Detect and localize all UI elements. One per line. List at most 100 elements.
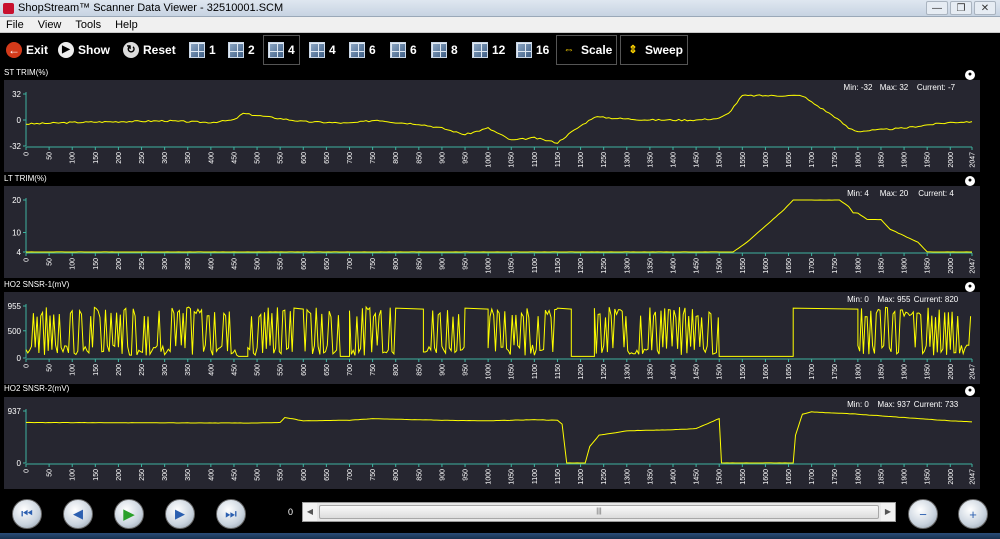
y-tick-label: 500 bbox=[8, 327, 22, 336]
menu-tools[interactable]: Tools bbox=[75, 19, 101, 31]
y-tick-label: 10 bbox=[12, 229, 21, 238]
reset-button[interactable]: ↻ Reset bbox=[119, 35, 180, 65]
skip-forward-icon: ⏭ bbox=[225, 506, 237, 521]
x-tick-label: 2000 bbox=[948, 469, 955, 485]
lt-trim-chart: Min: 4 Max: 20 Current: 4 20 10 40 50 100 150 200… bbox=[4, 186, 980, 278]
x-tick-label: 100 bbox=[70, 152, 77, 164]
position-label: 0 bbox=[288, 507, 294, 517]
lt-trim-title: LT TRIM(%) bbox=[4, 174, 47, 183]
x-tick-label: 50 bbox=[47, 469, 54, 477]
menu-file[interactable]: File bbox=[6, 19, 24, 31]
x-tick-label: 550 bbox=[278, 469, 285, 481]
minimize-button[interactable]: — bbox=[926, 1, 948, 15]
stat-max: Max: 20 bbox=[880, 189, 909, 198]
zoom-in-button[interactable]: + bbox=[958, 499, 988, 529]
x-tick-label: 1400 bbox=[670, 152, 677, 168]
x-tick-label: 2000 bbox=[948, 364, 955, 380]
x-tick-label: 1450 bbox=[694, 469, 701, 485]
x-tick-label: 1850 bbox=[878, 469, 885, 485]
x-tick-label: 1200 bbox=[578, 469, 585, 485]
x-tick-label: 1600 bbox=[763, 258, 770, 274]
x-tick-label: 350 bbox=[185, 152, 192, 164]
x-tick-label: 250 bbox=[139, 364, 146, 376]
x-tick-label: 0 bbox=[24, 364, 31, 368]
x-tick-label: 1400 bbox=[670, 364, 677, 380]
x-tick-label: 1200 bbox=[578, 258, 585, 274]
x-tick-label: 300 bbox=[162, 258, 169, 270]
x-tick-label: 1050 bbox=[509, 152, 516, 168]
layout-6-button[interactable]: 6 bbox=[345, 35, 380, 65]
skip-forward-button[interactable]: ⏭ bbox=[216, 499, 246, 529]
x-tick-label: 800 bbox=[393, 364, 400, 376]
scale-button[interactable]: ⇔ Scale bbox=[556, 35, 618, 65]
x-tick-label: 700 bbox=[347, 258, 354, 270]
ho2-snsr1-toggle-icon[interactable]: ● bbox=[965, 282, 975, 292]
layout-16-button[interactable]: 16 bbox=[512, 35, 553, 65]
sweep-button[interactable]: ⇕ Sweep bbox=[620, 35, 689, 65]
x-tick-label: 400 bbox=[208, 469, 215, 481]
x-tick-label: 500 bbox=[255, 364, 262, 376]
step-forward-button[interactable]: ▶ bbox=[165, 499, 195, 529]
scroll-thumb[interactable]: ||| bbox=[319, 505, 879, 519]
stat-max: Max: 955 bbox=[878, 295, 911, 304]
scroll-right-icon[interactable]: ▶ bbox=[881, 503, 895, 521]
x-tick-label: 1850 bbox=[878, 364, 885, 380]
show-button[interactable]: ▶ Show bbox=[54, 35, 114, 65]
x-tick-label: 250 bbox=[139, 258, 146, 270]
x-tick-label: 1500 bbox=[717, 469, 724, 485]
y-tick-label: 4 bbox=[17, 248, 22, 257]
exit-button[interactable]: ← Exit bbox=[2, 35, 52, 65]
timeline-scrollbar[interactable]: ◀ ||| ▶ bbox=[302, 502, 896, 522]
grid-layout-icon bbox=[431, 42, 447, 58]
lt-trim-toggle-icon[interactable]: ● bbox=[965, 176, 975, 186]
x-tick-label: 2000 bbox=[948, 152, 955, 168]
x-tick-label: 1600 bbox=[763, 364, 770, 380]
layout-1-button[interactable]: 1 bbox=[185, 35, 220, 65]
x-tick-label: 800 bbox=[393, 469, 400, 481]
layout-12-button[interactable]: 12 bbox=[468, 35, 509, 65]
window-title: ShopStream™ Scanner Data Viewer - 325100… bbox=[18, 2, 284, 14]
scroll-left-icon[interactable]: ◀ bbox=[303, 503, 317, 521]
x-tick-label: 1350 bbox=[647, 152, 654, 168]
layout-4-button[interactable]: 4 bbox=[263, 35, 300, 65]
app-logo-icon bbox=[3, 3, 14, 14]
stat-current: Current: 4 bbox=[918, 189, 954, 198]
os-taskbar bbox=[0, 533, 1000, 539]
x-tick-label: 600 bbox=[301, 258, 308, 270]
x-tick-label: 1450 bbox=[694, 364, 701, 380]
layout-2-button[interactable]: 2 bbox=[224, 35, 259, 65]
x-tick-label: 500 bbox=[255, 258, 262, 270]
y-tick-label: 0 bbox=[17, 354, 22, 363]
x-tick-label: 100 bbox=[70, 469, 77, 481]
x-tick-label: 1350 bbox=[647, 469, 654, 485]
stat-max: Max: 937 bbox=[878, 400, 911, 409]
x-tick-label: 2047 bbox=[970, 258, 977, 274]
grid-layout-icon bbox=[309, 42, 325, 58]
st-trim-toggle-icon[interactable]: ● bbox=[965, 70, 975, 80]
skip-back-button[interactable]: ⏮ bbox=[12, 499, 42, 529]
x-tick-label: 600 bbox=[301, 152, 308, 164]
zoom-out-button[interactable]: − bbox=[908, 499, 938, 529]
restore-button[interactable]: ❐ bbox=[950, 1, 972, 15]
layout-4b-button[interactable]: 4 bbox=[305, 35, 340, 65]
x-tick-label: 50 bbox=[47, 152, 54, 160]
y-tick-label: -32 bbox=[9, 142, 21, 151]
x-tick-label: 1700 bbox=[809, 364, 816, 380]
menu-view[interactable]: View bbox=[38, 19, 62, 31]
x-tick-label: 1400 bbox=[670, 258, 677, 274]
x-tick-label: 700 bbox=[347, 364, 354, 376]
x-tick-label: 1250 bbox=[601, 258, 608, 274]
x-tick-label: 1150 bbox=[555, 364, 562, 379]
x-tick-label: 950 bbox=[463, 258, 470, 270]
ho2-snsr2-toggle-icon[interactable]: ● bbox=[965, 386, 975, 396]
close-button[interactable]: ✕ bbox=[974, 1, 996, 15]
layout-8-button[interactable]: 8 bbox=[427, 35, 462, 65]
zoom-out-icon: − bbox=[919, 506, 927, 522]
layout-6b-button[interactable]: 6 bbox=[386, 35, 421, 65]
play-button[interactable]: ▶ bbox=[114, 499, 144, 529]
x-tick-label: 1750 bbox=[832, 469, 839, 485]
menu-help[interactable]: Help bbox=[115, 19, 138, 31]
x-tick-label: 1650 bbox=[786, 469, 793, 485]
x-tick-label: 1250 bbox=[601, 152, 608, 168]
step-back-button[interactable]: ◀ bbox=[63, 499, 93, 529]
